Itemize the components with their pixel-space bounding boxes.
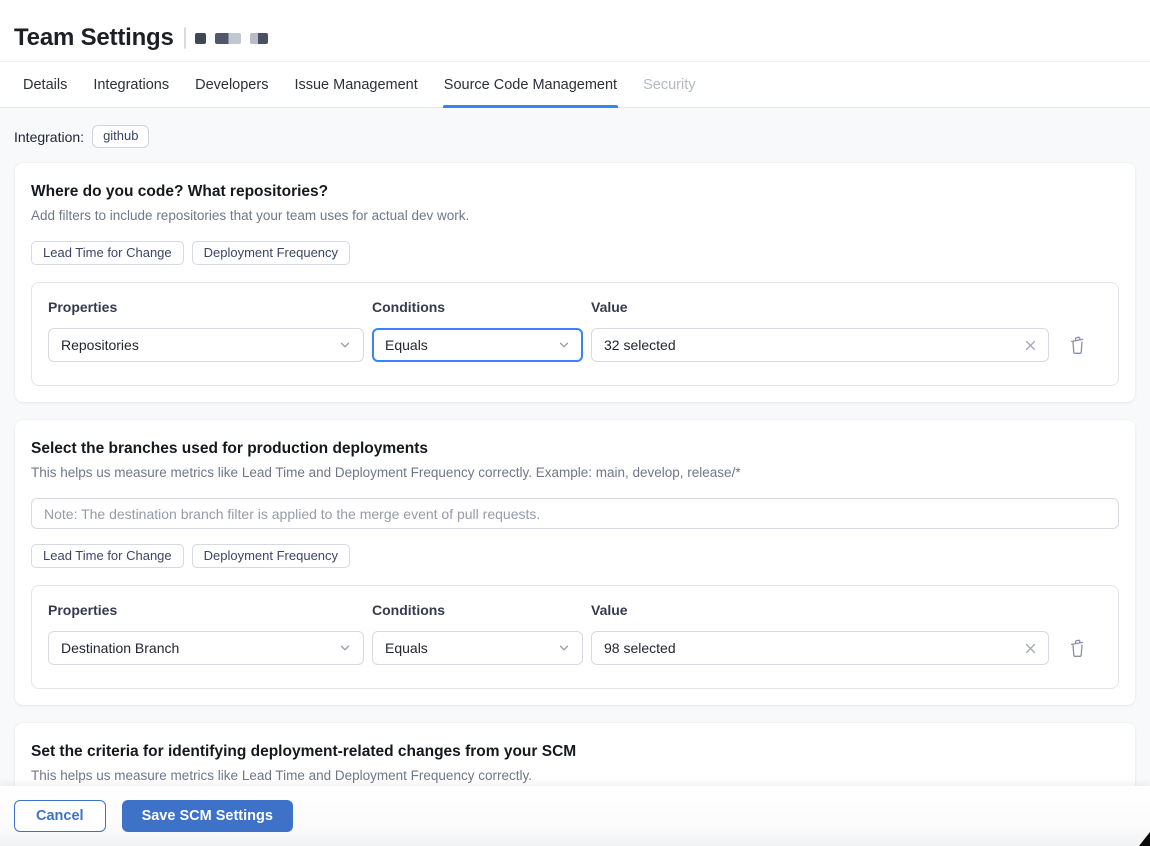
title-divider xyxy=(183,27,186,49)
branches-filter-row: Properties Destination Branch Conditions… xyxy=(31,585,1119,689)
repositories-filter-row: Properties Repositories Conditions Equal… xyxy=(31,282,1119,386)
redacted-title-suffix xyxy=(183,27,268,49)
value-multiselect[interactable]: 98 selected xyxy=(591,631,1049,665)
cancel-button[interactable]: Cancel xyxy=(14,800,106,832)
settings-tab-bar: Details Integrations Developers Issue Ma… xyxy=(0,62,1150,108)
repositories-card: Where do you code? What repositories? Ad… xyxy=(15,163,1135,402)
conditions-label: Conditions xyxy=(372,299,446,315)
save-scm-settings-button[interactable]: Save SCM Settings xyxy=(121,800,293,832)
repositories-card-title: Where do you code? What repositories? xyxy=(31,183,329,200)
branches-card-title: Select the branches used for production … xyxy=(31,440,429,457)
integration-github-badge: github xyxy=(92,125,150,148)
cursor-artifact xyxy=(1139,832,1150,846)
deployment-frequency-badge: Deployment Frequency xyxy=(191,544,351,568)
repositories-card-subtitle: Add filters to include repositories that… xyxy=(31,208,470,223)
condition-select[interactable]: Equals xyxy=(372,328,583,362)
redacted-block xyxy=(249,32,268,44)
redacted-block xyxy=(214,32,241,44)
conditions-column: Conditions Equals xyxy=(372,299,583,362)
value-selected-count: 32 selected xyxy=(604,337,676,353)
value-column: Value 32 selected xyxy=(591,299,1049,362)
value-selected-count: 98 selected xyxy=(604,640,676,656)
value-label: Value xyxy=(591,602,628,618)
value-multiselect[interactable]: 32 selected xyxy=(591,328,1049,362)
branches-card-subtitle: This helps us measure metrics like Lead … xyxy=(31,465,741,480)
metric-badges: Lead Time for Change Deployment Frequenc… xyxy=(31,241,1119,265)
properties-label: Properties xyxy=(48,602,118,618)
property-select-value: Destination Branch xyxy=(61,640,180,656)
delete-filter-button[interactable] xyxy=(1063,633,1091,663)
condition-select-value: Equals xyxy=(385,640,428,656)
lead-time-badge: Lead Time for Change xyxy=(31,241,184,265)
page-title: Team Settings xyxy=(14,24,174,51)
tab-source-code-management[interactable]: Source Code Management xyxy=(442,62,619,108)
tab-security[interactable]: Security xyxy=(642,62,696,107)
branches-card: Select the branches used for production … xyxy=(15,420,1135,705)
tab-details[interactable]: Details xyxy=(22,62,68,107)
value-column: Value 98 selected xyxy=(591,602,1049,665)
condition-select-value: Equals xyxy=(385,337,428,353)
branch-note-input[interactable] xyxy=(31,498,1119,529)
conditions-label: Conditions xyxy=(372,602,446,618)
trash-icon xyxy=(1070,639,1083,657)
clear-selection-icon[interactable] xyxy=(1025,340,1036,351)
property-select-value: Repositories xyxy=(61,337,139,353)
deployment-frequency-badge: Deployment Frequency xyxy=(191,241,351,265)
page-header: Team Settings xyxy=(0,0,1150,62)
delete-filter-button[interactable] xyxy=(1063,330,1091,360)
value-label: Value xyxy=(591,299,628,315)
property-select[interactable]: Destination Branch xyxy=(48,631,364,665)
team-settings-page: Team Settings Details Integrations Devel… xyxy=(0,0,1150,846)
deployment-card-subtitle: This helps us measure metrics like Lead … xyxy=(31,768,532,783)
chevron-down-icon xyxy=(558,642,570,654)
conditions-column: Conditions Equals xyxy=(372,602,583,665)
chevron-down-icon xyxy=(558,339,570,351)
action-footer: Cancel Save SCM Settings xyxy=(0,786,1150,846)
properties-label: Properties xyxy=(48,299,118,315)
integration-row: Integration: github xyxy=(0,108,1150,163)
tab-integrations[interactable]: Integrations xyxy=(92,62,170,107)
property-select[interactable]: Repositories xyxy=(48,328,364,362)
deployment-card-title: Set the criteria for identifying deploym… xyxy=(31,743,577,760)
tab-issue-management[interactable]: Issue Management xyxy=(293,62,418,107)
condition-select[interactable]: Equals xyxy=(372,631,583,665)
properties-column: Properties Repositories xyxy=(48,299,364,362)
tab-developers[interactable]: Developers xyxy=(194,62,269,107)
chevron-down-icon xyxy=(339,339,351,351)
scm-settings-content: Integration: github Where do you code? W… xyxy=(0,108,1150,846)
chevron-down-icon xyxy=(339,642,351,654)
metric-badges: Lead Time for Change Deployment Frequenc… xyxy=(31,544,1119,568)
lead-time-badge: Lead Time for Change xyxy=(31,544,184,568)
redacted-block xyxy=(194,32,206,44)
trash-icon xyxy=(1070,336,1083,354)
clear-selection-icon[interactable] xyxy=(1025,643,1036,654)
integration-label: Integration: xyxy=(14,128,85,145)
properties-column: Properties Destination Branch xyxy=(48,602,364,665)
